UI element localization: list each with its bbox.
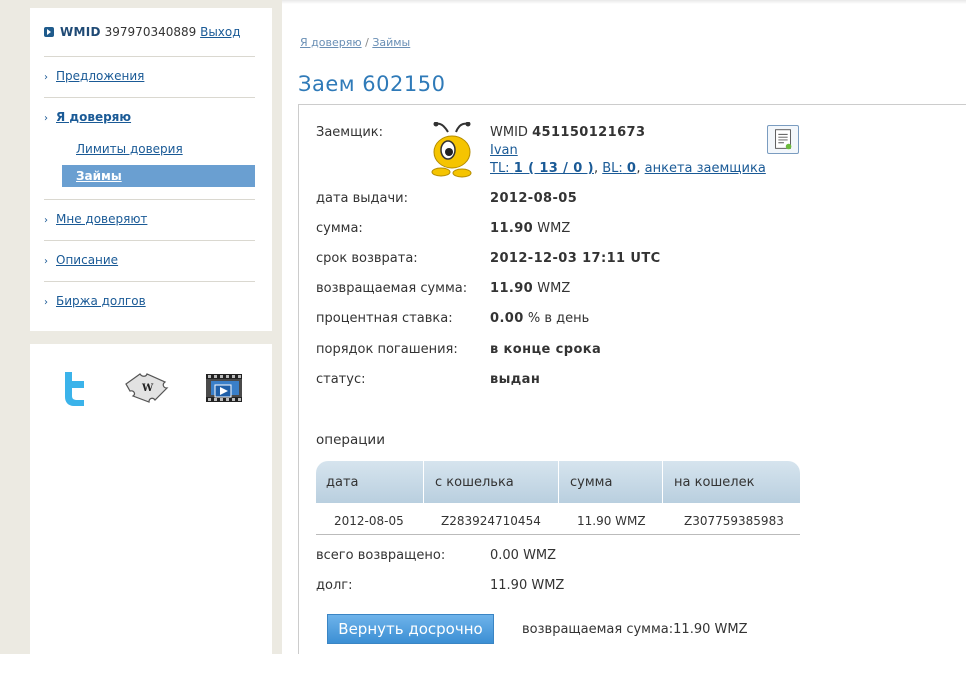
cell-from-purse: Z283924710454 xyxy=(441,514,541,528)
debt-value: 11.90 WMZ xyxy=(490,578,565,593)
table-row: 2012-08-05 Z283924710454 11.90 WMZ Z3077… xyxy=(316,503,800,535)
due-date-value: 2012-12-03 17:11 UTC xyxy=(490,251,661,266)
top-shadow xyxy=(282,0,966,4)
video-icon[interactable] xyxy=(205,370,245,406)
breadcrumb-separator: / xyxy=(365,36,369,49)
operations-table-header: дата с кошелька сумма на кошелек xyxy=(316,461,800,503)
total-returned-value: 0.00 WMZ xyxy=(490,548,557,563)
borrower-name-link[interactable]: Ivan xyxy=(490,143,518,158)
column-header-from-purse: с кошелька xyxy=(435,475,514,490)
debt-label: долг: xyxy=(316,578,353,593)
column-header-amount: сумма xyxy=(570,475,613,490)
sidebar: WMID 397970340889 Выход › Предложения › Я … xyxy=(30,8,272,331)
return-early-button[interactable]: Вернуть досрочно xyxy=(327,614,494,644)
wmid-bullet-icon xyxy=(44,27,54,37)
operations-title: операции xyxy=(316,432,385,448)
due-date-label: срок возврата: xyxy=(316,251,418,266)
social-panel: W xyxy=(30,344,272,654)
cell-amount: 11.90 WMZ xyxy=(577,514,646,528)
operations-table: дата с кошелька сумма на кошелек 2012-08… xyxy=(316,461,800,535)
borrower-name-row: Ivan xyxy=(490,143,518,158)
loan-panel xyxy=(298,105,966,654)
page-title: Заем 602150 xyxy=(298,72,446,96)
sidebar-subitem-loans[interactable]: Займы xyxy=(62,165,255,187)
amount-label: сумма: xyxy=(316,221,363,236)
borrower-stats: TL: 1 ( 13 / 0 ), BL: 0, анкета заемщика xyxy=(490,161,766,176)
tl-link[interactable]: TL: 1 ( 13 / 0 ) xyxy=(490,161,594,176)
sidebar-subitem-label[interactable]: Займы xyxy=(76,169,122,183)
breadcrumb-root-link[interactable]: Я доверяю xyxy=(300,36,362,49)
return-sum-info: возвращаемая сумма:11.90 WMZ xyxy=(522,622,747,637)
sidebar-item-label[interactable]: Предложения xyxy=(56,69,144,83)
borrower-profile-link[interactable]: анкета заемщика xyxy=(645,161,766,176)
divider xyxy=(44,199,255,200)
column-header-to-purse: на кошелек xyxy=(674,475,755,490)
borrower-wmid: WMID 451150121673 xyxy=(490,125,646,140)
logout-link[interactable]: Выход xyxy=(200,25,240,39)
svg-text:W: W xyxy=(141,383,154,394)
status-value: выдан xyxy=(490,372,541,387)
cell-date: 2012-08-05 xyxy=(334,514,404,528)
return-amount-value: 11.90 WMZ xyxy=(490,281,571,296)
amount-value: 11.90 WMZ xyxy=(490,221,571,236)
interest-rate-value: 0.00 % в день xyxy=(490,311,590,326)
repayment-order-label: порядок погашения: xyxy=(316,342,458,357)
bl-link[interactable]: BL: 0 xyxy=(602,161,636,176)
sidebar-item-trust-me[interactable]: › Мне доверяют xyxy=(44,212,147,226)
sidebar-item-label[interactable]: Я доверяю xyxy=(56,110,131,124)
divider xyxy=(44,56,255,57)
sidebar-subitem-label[interactable]: Лимиты доверия xyxy=(76,142,183,156)
document-icon[interactable] xyxy=(767,125,799,154)
chevron-right-icon: › xyxy=(44,256,48,267)
user-wmid: 397970340889 xyxy=(104,25,197,39)
sidebar-item-offers[interactable]: › Предложения xyxy=(44,69,144,83)
borrower-label: Заемщик: xyxy=(316,125,384,140)
return-sum-label: возвращаемая сумма: xyxy=(522,622,674,637)
wiki-puzzle-icon[interactable]: W xyxy=(122,370,170,404)
divider xyxy=(44,281,255,282)
total-returned-label: всего возвращено: xyxy=(316,548,446,563)
sidebar-item-label[interactable]: Мне доверяют xyxy=(56,212,147,226)
sidebar-item-debt-exchange[interactable]: › Биржа долгов xyxy=(44,294,146,308)
column-header-date: дата xyxy=(326,475,359,490)
column-separator xyxy=(558,461,559,503)
chevron-right-icon: › xyxy=(44,215,48,226)
breadcrumb: Я доверяю / Займы xyxy=(300,36,410,49)
divider xyxy=(44,97,255,98)
sidebar-item-i-trust[interactable]: › Я доверяю xyxy=(44,110,131,124)
repayment-order-value: в конце срока xyxy=(490,342,602,357)
twitter-icon[interactable] xyxy=(57,370,89,406)
chevron-right-icon: › xyxy=(44,113,48,124)
user-info: WMID 397970340889 Выход xyxy=(44,25,255,39)
return-sum-value: 11.90 WMZ xyxy=(673,622,748,637)
sidebar-item-label[interactable]: Описание xyxy=(56,253,118,267)
webmoney-ant-avatar-icon xyxy=(431,122,472,178)
sidebar-item-label[interactable]: Биржа долгов xyxy=(56,294,146,308)
status-label: статус: xyxy=(316,372,366,387)
divider xyxy=(44,240,255,241)
column-separator xyxy=(662,461,663,503)
issue-date-label: дата выдачи: xyxy=(316,191,409,206)
issue-date-value: 2012-08-05 xyxy=(490,191,578,206)
cell-to-purse: Z307759385983 xyxy=(684,514,784,528)
chevron-right-icon: › xyxy=(44,297,48,308)
chevron-right-icon: › xyxy=(44,72,48,83)
main-content: Я доверяю / Займы Заем 602150 Заемщик: W… xyxy=(282,0,966,654)
interest-rate-label: процентная ставка: xyxy=(316,311,453,326)
column-separator xyxy=(423,461,424,503)
return-amount-label: возвращаемая сумма: xyxy=(316,281,468,296)
breadcrumb-current-link[interactable]: Займы xyxy=(372,36,410,49)
sidebar-item-description[interactable]: › Описание xyxy=(44,253,118,267)
wmid-label: WMID xyxy=(60,25,101,39)
sidebar-subitem-trust-limits[interactable]: Лимиты доверия xyxy=(76,142,183,156)
